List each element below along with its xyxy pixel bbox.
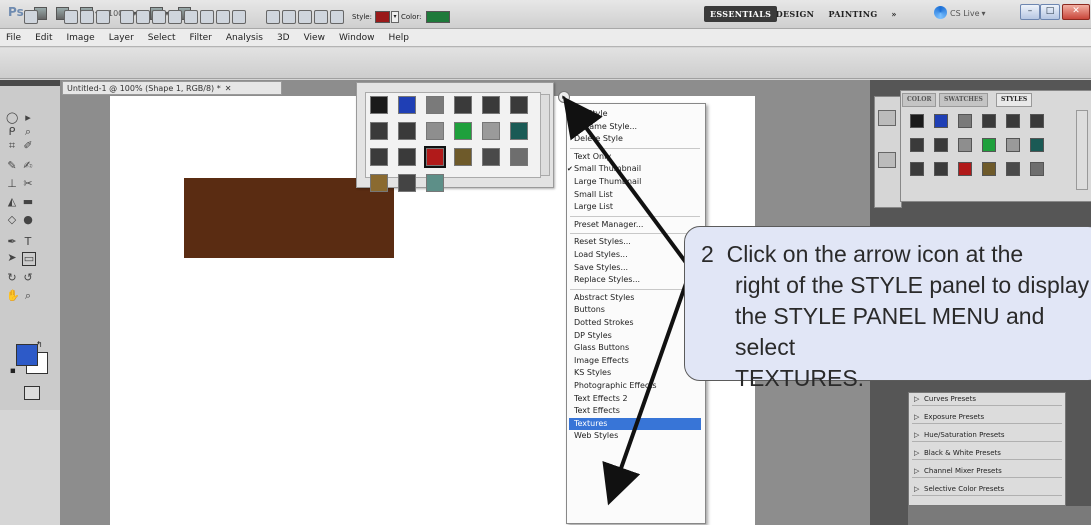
callout-line-3: the STYLE PANEL MENU and select — [735, 303, 1045, 360]
callout-line-4: TEXTURES. — [735, 365, 865, 391]
callout-text: 2 Click on the arrow icon at the right o… — [701, 239, 1091, 394]
arrow-to-menu-icon — [562, 96, 692, 270]
callout-line-1: Click on the arrow icon at the — [726, 241, 1024, 267]
callout-line-2: right of the STYLE panel to display — [735, 272, 1090, 298]
arrow-to-textures-item — [602, 271, 692, 506]
callout-step-number: 2 — [701, 241, 714, 267]
